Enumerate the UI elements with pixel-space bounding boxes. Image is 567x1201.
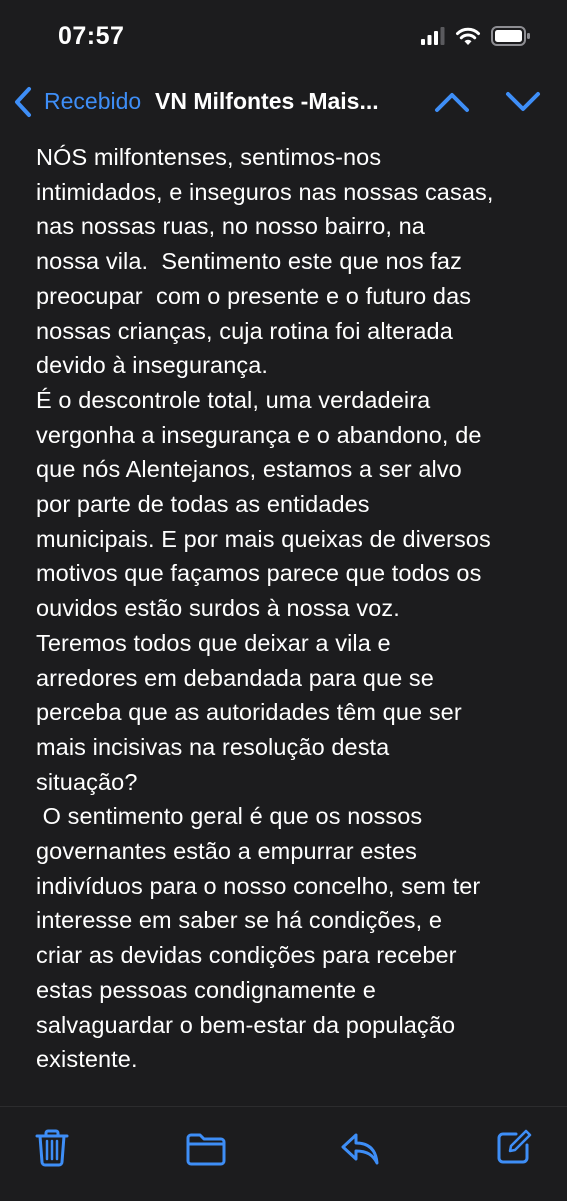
status-time: 07:57 — [58, 22, 125, 50]
text-line: perceba que as autoridades têm que ser — [36, 699, 462, 726]
text-line: Teremos todos que deixar a vila e — [36, 629, 391, 656]
folder-icon[interactable] — [186, 1129, 226, 1167]
text-line: arredores em debandada para que se — [36, 664, 434, 691]
text-line: existente. — [36, 1046, 138, 1073]
text-line: estas pessoas condignamente e — [36, 976, 376, 1003]
text-line: devido à insegurança. — [36, 352, 269, 379]
battery-icon — [491, 26, 531, 51]
bottom-toolbar — [0, 1106, 567, 1201]
status-icons — [421, 26, 531, 51]
back-button[interactable]: Recebido — [44, 88, 141, 115]
text-line: governantes estão a empurrar estes — [36, 838, 417, 865]
chevron-down-icon[interactable] — [505, 90, 541, 114]
message-body: NÓS milfontenses, sentimos-nos intimidad… — [36, 140, 536, 1077]
text-line: vergonha a insegurança e o abandono, de — [36, 421, 482, 448]
message-text: NÓS milfontenses, sentimos-nos intimidad… — [36, 140, 536, 1077]
compose-icon[interactable] — [496, 1129, 534, 1167]
message-subject-title: VN Milfontes -Mais... — [155, 88, 379, 114]
wifi-icon — [455, 27, 481, 51]
text-line: ouvidos estão surdos à nossa voz. — [36, 595, 400, 622]
text-line: motivos que façamos parece que todos os — [36, 560, 482, 587]
chevron-up-icon[interactable] — [434, 90, 470, 114]
trash-icon[interactable] — [34, 1129, 72, 1167]
text-line: O sentimento geral é que os nossos — [36, 803, 423, 830]
status-bar: 07:57 — [0, 0, 567, 72]
cellular-signal-icon — [421, 27, 445, 50]
text-line: por parte de todas as entidades — [36, 491, 370, 518]
back-chevron-icon[interactable] — [12, 86, 34, 118]
text-line: salvaguardar o bem-estar da população — [36, 1011, 456, 1038]
text-line: interesse em saber se há condições, e — [36, 907, 443, 934]
text-line: nas nossas ruas, no nosso bairro, na — [36, 213, 425, 240]
text-line: que nós Alentejanos, estamos a ser alvo — [36, 456, 462, 483]
text-line: mais incisivas na resolução desta — [36, 733, 390, 760]
text-line: situação? — [36, 768, 138, 795]
text-line: preocupar com o presente e o futuro das — [36, 282, 472, 309]
text-line: intimidados, e inseguros nas nossas casa… — [36, 178, 494, 205]
reply-icon[interactable] — [340, 1129, 380, 1167]
text-line: municipais. E por mais queixas de divers… — [36, 525, 491, 552]
text-line: NÓS milfontenses, sentimos-nos — [36, 144, 382, 170]
text-line: nossa vila. Sentimento este que nos faz — [36, 248, 462, 275]
text-line: nossas crianças, cuja rotina foi alterad… — [36, 317, 453, 344]
text-line: É o descontrole total, uma verdadeira — [36, 386, 431, 413]
text-line: criar as devidas condições para receber — [36, 942, 457, 969]
nav-bar: Recebido VN Milfontes -Mais... — [0, 72, 567, 132]
text-line: indivíduos para o nosso concelho, sem te… — [36, 872, 481, 899]
